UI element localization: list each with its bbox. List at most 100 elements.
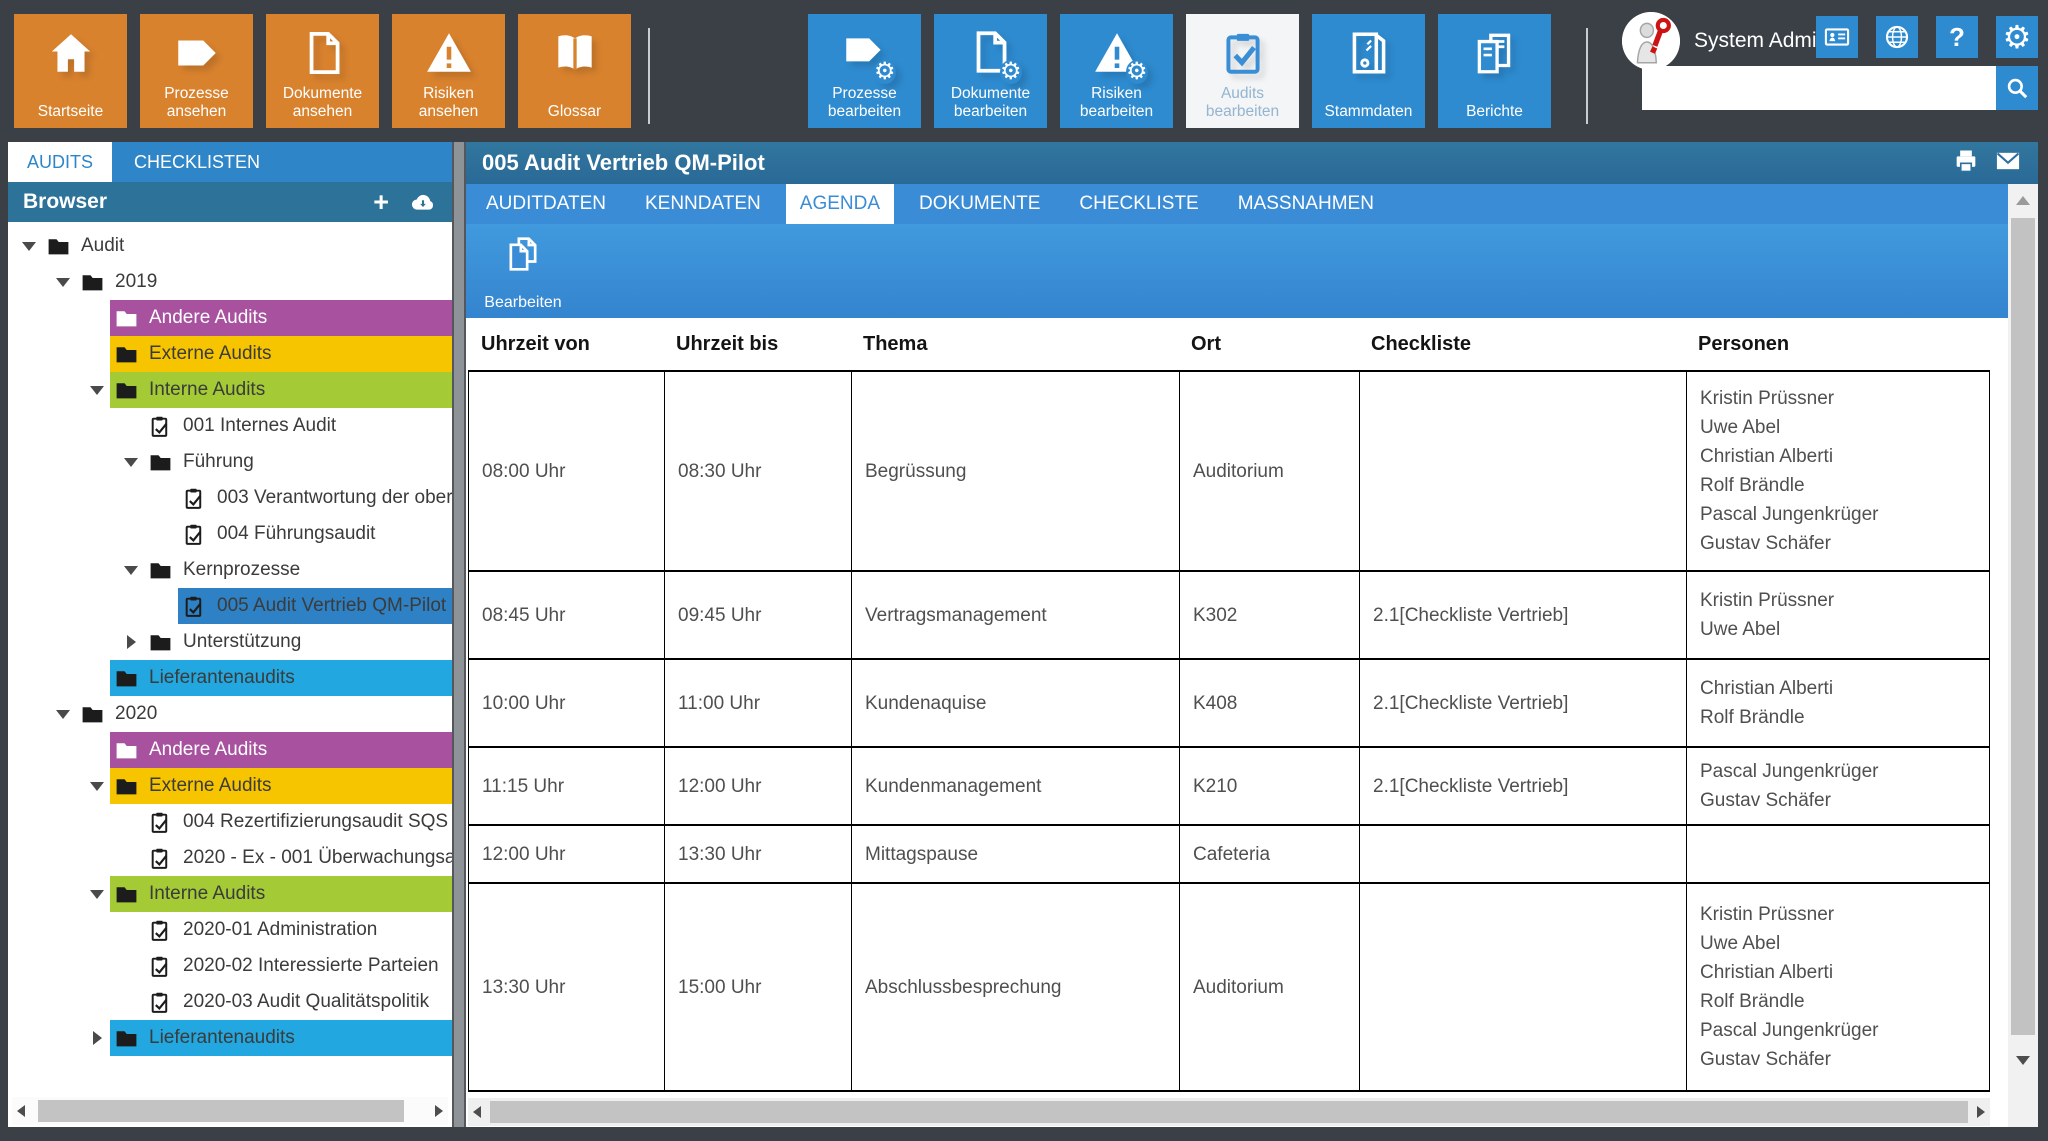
tree-collapse-arrow[interactable]: [118, 552, 144, 588]
tab-kenndaten[interactable]: KENNDATEN: [631, 184, 775, 224]
tree-node-kernprozesse[interactable]: Kernprozesse: [8, 552, 452, 588]
scrollbar-thumb: [490, 1101, 1968, 1123]
tree-node-2020-ex-001-berwachungsaudit-i[interactable]: 2020 - Ex - 001 Überwachungsaudit I: [8, 840, 452, 876]
tree-node-003-verantwortung-der-obersten-l[interactable]: 003 Verantwortung der obersten L: [8, 480, 452, 516]
sidebar-tab-audits[interactable]: AUDITS: [8, 142, 112, 182]
tab-dokumente[interactable]: DOKUMENTE: [905, 184, 1054, 224]
tree-collapse-arrow[interactable]: [50, 696, 76, 732]
sidebar-horizontal-scrollbar[interactable]: [12, 1097, 448, 1125]
folder-icon: [148, 450, 173, 475]
toolbar-button-startseite[interactable]: Startseite: [14, 14, 127, 128]
id-card-icon: [1823, 23, 1851, 51]
user-avatar[interactable]: [1622, 12, 1680, 70]
person-name: Pascal Jungenkrüger: [1700, 757, 1981, 786]
document-edit-icon: ⚙: [966, 28, 1016, 78]
glossary-icon: [550, 28, 600, 78]
toolbar-button-label: Berichte: [1466, 103, 1523, 121]
tree-collapse-arrow[interactable]: [84, 876, 110, 912]
tree-node-001-internes-audit[interactable]: 001 Internes Audit: [8, 408, 452, 444]
toolbar-button-glossar[interactable]: Glossar: [518, 14, 631, 128]
search-input[interactable]: [1642, 66, 1996, 110]
tree-node-005-audit-vertrieb-qm-pilot[interactable]: 005 Audit Vertrieb QM-Pilot: [8, 588, 452, 624]
cloud-download-icon[interactable]: [409, 188, 437, 216]
tree-node-lieferantenaudits[interactable]: Lieferantenaudits: [8, 660, 452, 696]
tree-node-externe-audits[interactable]: Externe Audits: [8, 336, 452, 372]
toolbar-button-label: Dokumente ansehen: [266, 85, 379, 121]
tree-expand-arrow[interactable]: [118, 624, 144, 660]
cell-checkliste: 2.1[Checkliste Vertrieb]: [1359, 572, 1686, 658]
edit-pages-icon: [503, 234, 543, 274]
tree-node-andere-audits[interactable]: Andere Audits: [8, 732, 452, 768]
person-name: Gustav Schäfer: [1700, 529, 1981, 558]
tree-collapse-arrow[interactable]: [50, 264, 76, 300]
cell-uhrzeit-von: 12:00 Uhr: [469, 826, 664, 882]
toolbar-button-prozesse-ansehen[interactable]: Prozesse ansehen: [140, 14, 253, 128]
tree-node-lieferantenaudits[interactable]: Lieferantenaudits: [8, 1020, 452, 1056]
tree-collapse-arrow[interactable]: [118, 444, 144, 480]
audit-clipboard-icon: [182, 486, 207, 511]
toolbar-button-prozesse-bearbeiten[interactable]: ⚙Prozesse bearbeiten: [808, 14, 921, 128]
toolbar-button-stammdaten[interactable]: Stammdaten: [1312, 14, 1425, 128]
table-row[interactable]: 12:00 Uhr13:30 UhrMittagspauseCafeteria: [468, 824, 1990, 882]
cell-value: 12:00 Uhr: [482, 840, 656, 869]
tree-node-004-rezertifizierungsaudit-sqs-iso-9[interactable]: 004 Rezertifizierungsaudit SQS ISO 9: [8, 804, 452, 840]
toolbar-button-risiken-bearbeiten[interactable]: ⚙Risiken bearbeiten: [1060, 14, 1173, 128]
toolbar-button-audits-bearbeiten[interactable]: Audits bearbeiten: [1186, 14, 1299, 128]
toolbar-button-label: Risiken bearbeiten: [1060, 85, 1173, 121]
tree-collapse-arrow[interactable]: [84, 768, 110, 804]
toolbar-button-dokumente-bearbeiten[interactable]: ⚙Dokumente bearbeiten: [934, 14, 1047, 128]
add-node-button[interactable]: +: [373, 189, 389, 216]
print-icon[interactable]: [1952, 147, 1980, 180]
toolbar-button-dokumente-ansehen[interactable]: Dokumente ansehen: [266, 14, 379, 128]
tree-node-2020-03-audit-qualit-tspolitik[interactable]: 2020-03 Audit Qualitätspolitik: [8, 984, 452, 1020]
audit-tree: Audit2019Andere AuditsExterne AuditsInte…: [8, 226, 452, 1093]
tab-agenda[interactable]: AGENDA: [786, 184, 894, 224]
toolbar-button-risiken-ansehen[interactable]: Risiken ansehen: [392, 14, 505, 128]
table-row[interactable]: 10:00 Uhr11:00 UhrKundenaquiseK4082.1[Ch…: [468, 658, 1990, 746]
tree-node-interne-audits[interactable]: Interne Audits: [8, 372, 452, 408]
tree-node-f-hrung[interactable]: Führung: [8, 444, 452, 480]
cell-checkliste: [1359, 826, 1686, 882]
tree-expand-arrow[interactable]: [84, 1020, 110, 1056]
tree-node-2020-02-interessierte-parteien[interactable]: 2020-02 Interessierte Parteien: [8, 948, 452, 984]
cell-value: K210: [1193, 772, 1351, 801]
tree-collapse-arrow[interactable]: [16, 228, 42, 264]
tree-collapse-arrow[interactable]: [84, 372, 110, 408]
tab-massnahmen[interactable]: MASSNAHMEN: [1224, 184, 1388, 224]
audit-clipboard-icon: [148, 990, 173, 1015]
process-icon: [172, 28, 222, 78]
bearbeiten-button[interactable]: Bearbeiten: [478, 230, 568, 314]
header-button-id-card[interactable]: [1816, 16, 1858, 58]
cell-thema: Begrüssung: [851, 372, 1179, 570]
tree-node-004-f-hrungsaudit[interactable]: 004 Führungsaudit: [8, 516, 452, 552]
main-horizontal-scrollbar[interactable]: [468, 1098, 1990, 1126]
sidebar-splitter[interactable]: [452, 142, 466, 1127]
table-row[interactable]: 13:30 Uhr15:00 UhrAbschlussbesprechungAu…: [468, 882, 1990, 1090]
header-button-settings[interactable]: ⚙: [1996, 16, 2038, 58]
tree-node-2020-01-administration[interactable]: 2020-01 Administration: [8, 912, 452, 948]
table-row[interactable]: 08:00 Uhr08:30 UhrBegrüssungAuditoriumKr…: [468, 370, 1990, 570]
tree-node-label: 004 Rezertifizierungsaudit SQS ISO 9: [183, 811, 452, 833]
toolbar-button-berichte[interactable]: Berichte: [1438, 14, 1551, 128]
tree-node-unterst-tzung[interactable]: Unterstützung: [8, 624, 452, 660]
folder-icon: [114, 738, 139, 763]
search-button[interactable]: [1996, 66, 2038, 110]
tree-node-andere-audits[interactable]: Andere Audits: [8, 300, 452, 336]
tree-node-interne-audits[interactable]: Interne Audits: [8, 876, 452, 912]
main-vertical-scrollbar[interactable]: [2008, 184, 2038, 1127]
mail-icon[interactable]: [1994, 147, 2022, 180]
tree-node-label: 003 Verantwortung der obersten L: [217, 487, 452, 509]
tab-checkliste[interactable]: CHECKLISTE: [1065, 184, 1212, 224]
tree-node-label: Kernprozesse: [183, 559, 300, 581]
header-button-globe[interactable]: [1876, 16, 1918, 58]
user-name: System Admin: [1694, 29, 1828, 53]
table-row[interactable]: 11:15 Uhr12:00 UhrKundenmanagementK2102.…: [468, 746, 1990, 824]
tree-node-externe-audits[interactable]: Externe Audits: [8, 768, 452, 804]
tree-node-2019[interactable]: 2019: [8, 264, 452, 300]
tab-auditdaten[interactable]: AUDITDATEN: [472, 184, 620, 224]
table-row[interactable]: 08:45 Uhr09:45 UhrVertragsmanagementK302…: [468, 570, 1990, 658]
tree-node-2020[interactable]: 2020: [8, 696, 452, 732]
header-button-help[interactable]: ?: [1936, 16, 1978, 58]
sidebar-tab-checklisten[interactable]: CHECKLISTEN: [115, 142, 279, 182]
tree-node-audit[interactable]: Audit: [8, 228, 452, 264]
